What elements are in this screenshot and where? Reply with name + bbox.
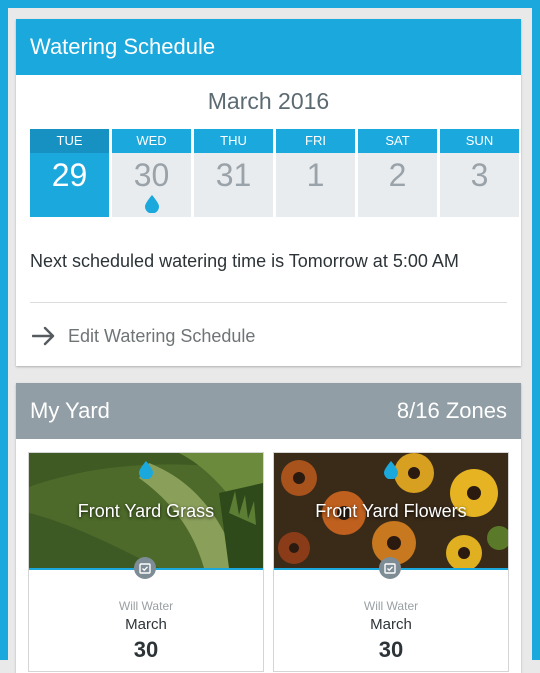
my-yard-header: My Yard 8/16 Zones [16, 383, 521, 439]
divider [30, 302, 507, 303]
calendar-month: March 2016 [207, 88, 330, 114]
day-cell-thu[interactable]: THU 31 [194, 129, 273, 217]
day-cell-wed[interactable]: WED 30 [112, 129, 191, 217]
zone-name: Front Yard Flowers [315, 501, 467, 521]
day-cell-tue[interactable]: TUE 29 [30, 129, 109, 217]
day-of-week: TUE [30, 129, 109, 153]
day-number: 31 [215, 157, 252, 193]
will-water-day: 30 [133, 637, 159, 662]
zone-name: Front Yard Grass [77, 501, 215, 521]
zone-card-front-yard-flowers[interactable]: Front Yard Flowers Will Water March 30 [273, 452, 509, 672]
arrow-right-icon [32, 326, 55, 346]
watering-schedule-card: Watering Schedule March 2016 TUE 29 WED … [16, 19, 521, 366]
calendar-icon [134, 557, 156, 579]
zone-card-front-yard-grass[interactable]: Front Yard Grass Will Water March 30 [28, 452, 264, 672]
will-water-day: 30 [378, 637, 404, 662]
day-number: 30 [133, 157, 170, 193]
day-of-week: FRI [276, 129, 355, 153]
day-number: 3 [470, 157, 489, 193]
day-cell-fri[interactable]: FRI 1 [276, 129, 355, 217]
day-number: 29 [51, 157, 88, 193]
water-drop-icon [144, 195, 159, 213]
calendar-icon [379, 557, 401, 579]
day-of-week: THU [194, 129, 273, 153]
day-of-week: SUN [440, 129, 519, 153]
will-water-label: Will Water [118, 599, 174, 613]
day-of-week: WED [112, 129, 191, 153]
will-water-month: March [125, 616, 167, 633]
day-of-week: SAT [358, 129, 437, 153]
day-cell-sat[interactable]: SAT 2 [358, 129, 437, 217]
day-strip: TUE 29 WED 30 THU 31 FRI 1 SAT 2 SUN 3 [30, 129, 521, 217]
my-yard-title: My Yard [30, 398, 110, 423]
my-yard-card: My Yard 8/16 Zones Front Yard Grass Will… [16, 383, 521, 673]
day-number: 1 [306, 157, 325, 193]
will-water-label: Will Water [363, 599, 419, 613]
edit-watering-schedule-label: Edit Watering Schedule [68, 325, 256, 346]
zones-count: 8/16 Zones [396, 398, 507, 423]
edit-watering-schedule-link[interactable]: Edit Watering Schedule [32, 321, 255, 351]
day-number: 2 [388, 157, 407, 193]
water-drop-icon [139, 461, 153, 479]
will-water-month: March [370, 616, 412, 633]
day-cell-sun[interactable]: SUN 3 [440, 129, 519, 217]
watering-schedule-title: Watering Schedule [16, 19, 521, 75]
water-drop-icon [384, 461, 398, 479]
next-watering-text: Next scheduled watering time is Tomorrow… [30, 251, 459, 271]
